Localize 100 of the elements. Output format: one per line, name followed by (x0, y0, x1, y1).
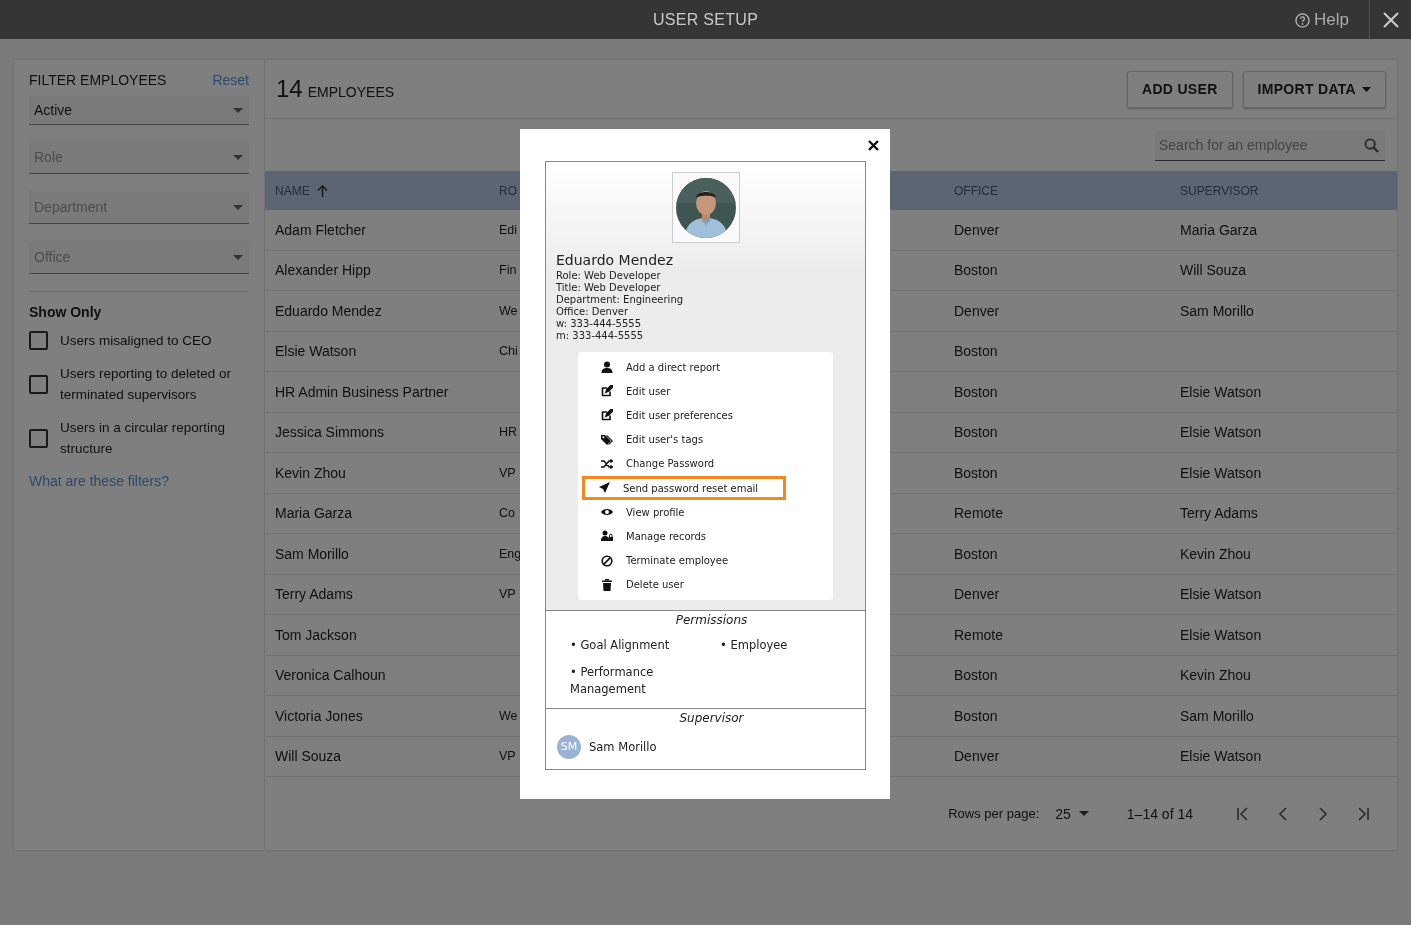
column-header[interactable]: OFFICE (954, 183, 998, 198)
person-icon (601, 361, 613, 374)
table-cell: Sam Morillo (1180, 707, 1254, 724)
table-cell: Eng (499, 546, 522, 561)
table-cell: Jessica Simmons (275, 424, 384, 441)
previous-page-icon[interactable] (1276, 806, 1290, 821)
edit-icon (601, 409, 613, 422)
table-cell: HR (499, 425, 518, 440)
users-icon (601, 530, 613, 543)
table-cell: Boston (954, 343, 998, 360)
table-cell: Sam Morillo (1180, 302, 1254, 319)
first-page-icon[interactable] (1236, 806, 1250, 821)
edit-icon (601, 385, 613, 398)
menu-item[interactable]: View profile (582, 500, 786, 525)
table-cell: Boston (954, 383, 998, 400)
supervisor-name[interactable]: Sam Morillo (589, 739, 657, 754)
next-page-icon[interactable] (1316, 806, 1330, 821)
close-icon[interactable] (868, 140, 879, 151)
column-header[interactable]: NAME (275, 183, 328, 198)
table-cell: Elsie Watson (1180, 424, 1262, 441)
menu-item[interactable]: Send password reset email (582, 475, 786, 501)
table-cell: Kevin Zhou (1180, 545, 1251, 562)
menu-item[interactable]: Manage records (582, 524, 786, 549)
detail-text: w: 333-444-5555 (556, 318, 643, 330)
filter-dropdown[interactable]: Active (29, 96, 249, 125)
table-cell: Maria Garza (275, 505, 353, 522)
checkbox[interactable] (29, 331, 48, 350)
checkbox-label: Users reporting to deleted or terminated supervisors (60, 365, 233, 404)
table-cell: Elsie Watson (1180, 748, 1262, 765)
rows-per-page-label: Rows per page: (948, 806, 1040, 821)
table-cell: Adam Fletcher (275, 221, 367, 238)
checkbox[interactable] (29, 374, 48, 394)
table-cell: Kevin Zhou (275, 464, 346, 481)
caret-icon (233, 254, 243, 260)
menu-item[interactable]: Terminate employee (582, 548, 786, 573)
table-cell: Elsie Watson (1180, 586, 1262, 603)
table-cell: Denver (954, 221, 1000, 238)
help-link[interactable]: Help (1295, 10, 1349, 30)
filter-title: FILTER EMPLOYEES (29, 72, 167, 88)
rows-per-page-dropdown[interactable]: 25 (1055, 805, 1089, 822)
menu-item[interactable]: Delete user (582, 572, 786, 597)
menu-item[interactable]: Edit user preferences (582, 403, 786, 428)
checkbox-label: Users in a circular reporting structure (60, 419, 227, 458)
table-cell: Elsie Watson (1180, 383, 1262, 400)
search-icon[interactable] (1364, 137, 1379, 153)
table-cell: Boston (954, 667, 998, 684)
avatar-initials: SM (557, 734, 581, 759)
count-label: EMPLOYEES (307, 84, 395, 100)
column-header[interactable]: RO (499, 183, 517, 198)
permission-item: • Employee (720, 636, 789, 654)
caret-icon (233, 154, 243, 160)
table-cell: VP (499, 587, 516, 602)
table-cell: Eduardo Mendez (275, 302, 382, 319)
permission-item: • Goal Alignment (570, 636, 671, 654)
table-cell: Boston (954, 707, 998, 724)
menu-item[interactable]: Add a direct report (582, 355, 786, 380)
table-cell: Kevin Zhou (1180, 667, 1251, 684)
menu-item[interactable]: Change Password (582, 451, 786, 476)
ban-icon (601, 554, 613, 567)
shuffle-icon (601, 457, 613, 470)
table-cell: Boston (954, 424, 998, 441)
table-cell: Remote (954, 505, 1004, 522)
detail-text: Office: Denver (556, 306, 630, 318)
add-user-button[interactable]: ADD USER (1127, 70, 1233, 108)
table-cell: Denver (954, 302, 1000, 319)
table-cell: Boston (954, 545, 998, 562)
dropdown-button[interactable]: IMPORT DATA (1242, 70, 1386, 108)
table-cell: We (499, 708, 518, 723)
table-cell: HR Admin Business Partner (275, 383, 449, 400)
table-cell: VP (499, 465, 516, 480)
table-cell: Will Souza (275, 748, 342, 765)
menu-item[interactable]: Edit user's tags (582, 427, 786, 452)
window-title: USER SETUP (652, 10, 759, 29)
table-cell: Maria Garza (1180, 221, 1258, 238)
table-cell: Edi (499, 222, 518, 237)
close-icon (1381, 10, 1400, 29)
table-cell: Tom Jackson (275, 626, 357, 643)
table-cell: Denver (954, 586, 1000, 603)
table-cell: Fin (499, 263, 517, 278)
table-cell: Elsie Watson (275, 343, 357, 360)
table-cell: Victoria Jones (275, 707, 363, 724)
trash-icon (601, 578, 613, 591)
table-cell: Veronica Calhoun (275, 667, 386, 684)
table-cell: Chi (499, 344, 518, 359)
menu-item[interactable]: Edit user (582, 379, 786, 404)
detail-text: Department: Engineering (556, 294, 685, 306)
tags-icon (601, 433, 613, 446)
table-cell: Boston (954, 464, 998, 481)
table-cell: Denver (954, 748, 1000, 765)
detail-text: Role: Web Developer (556, 270, 662, 282)
last-page-icon[interactable] (1356, 806, 1370, 821)
detail-text: m: 333-444-5555 (556, 330, 645, 342)
help-icon (1295, 12, 1311, 28)
page-range: 1–14 of 14 (1126, 805, 1193, 822)
column-header[interactable]: SUPERVISOR (1180, 183, 1259, 198)
table-cell: Boston (954, 262, 998, 279)
table-cell: We (499, 303, 518, 318)
table-cell: Remote (954, 626, 1004, 643)
checkbox[interactable] (29, 428, 48, 448)
table-cell: Terry Adams (275, 586, 353, 603)
